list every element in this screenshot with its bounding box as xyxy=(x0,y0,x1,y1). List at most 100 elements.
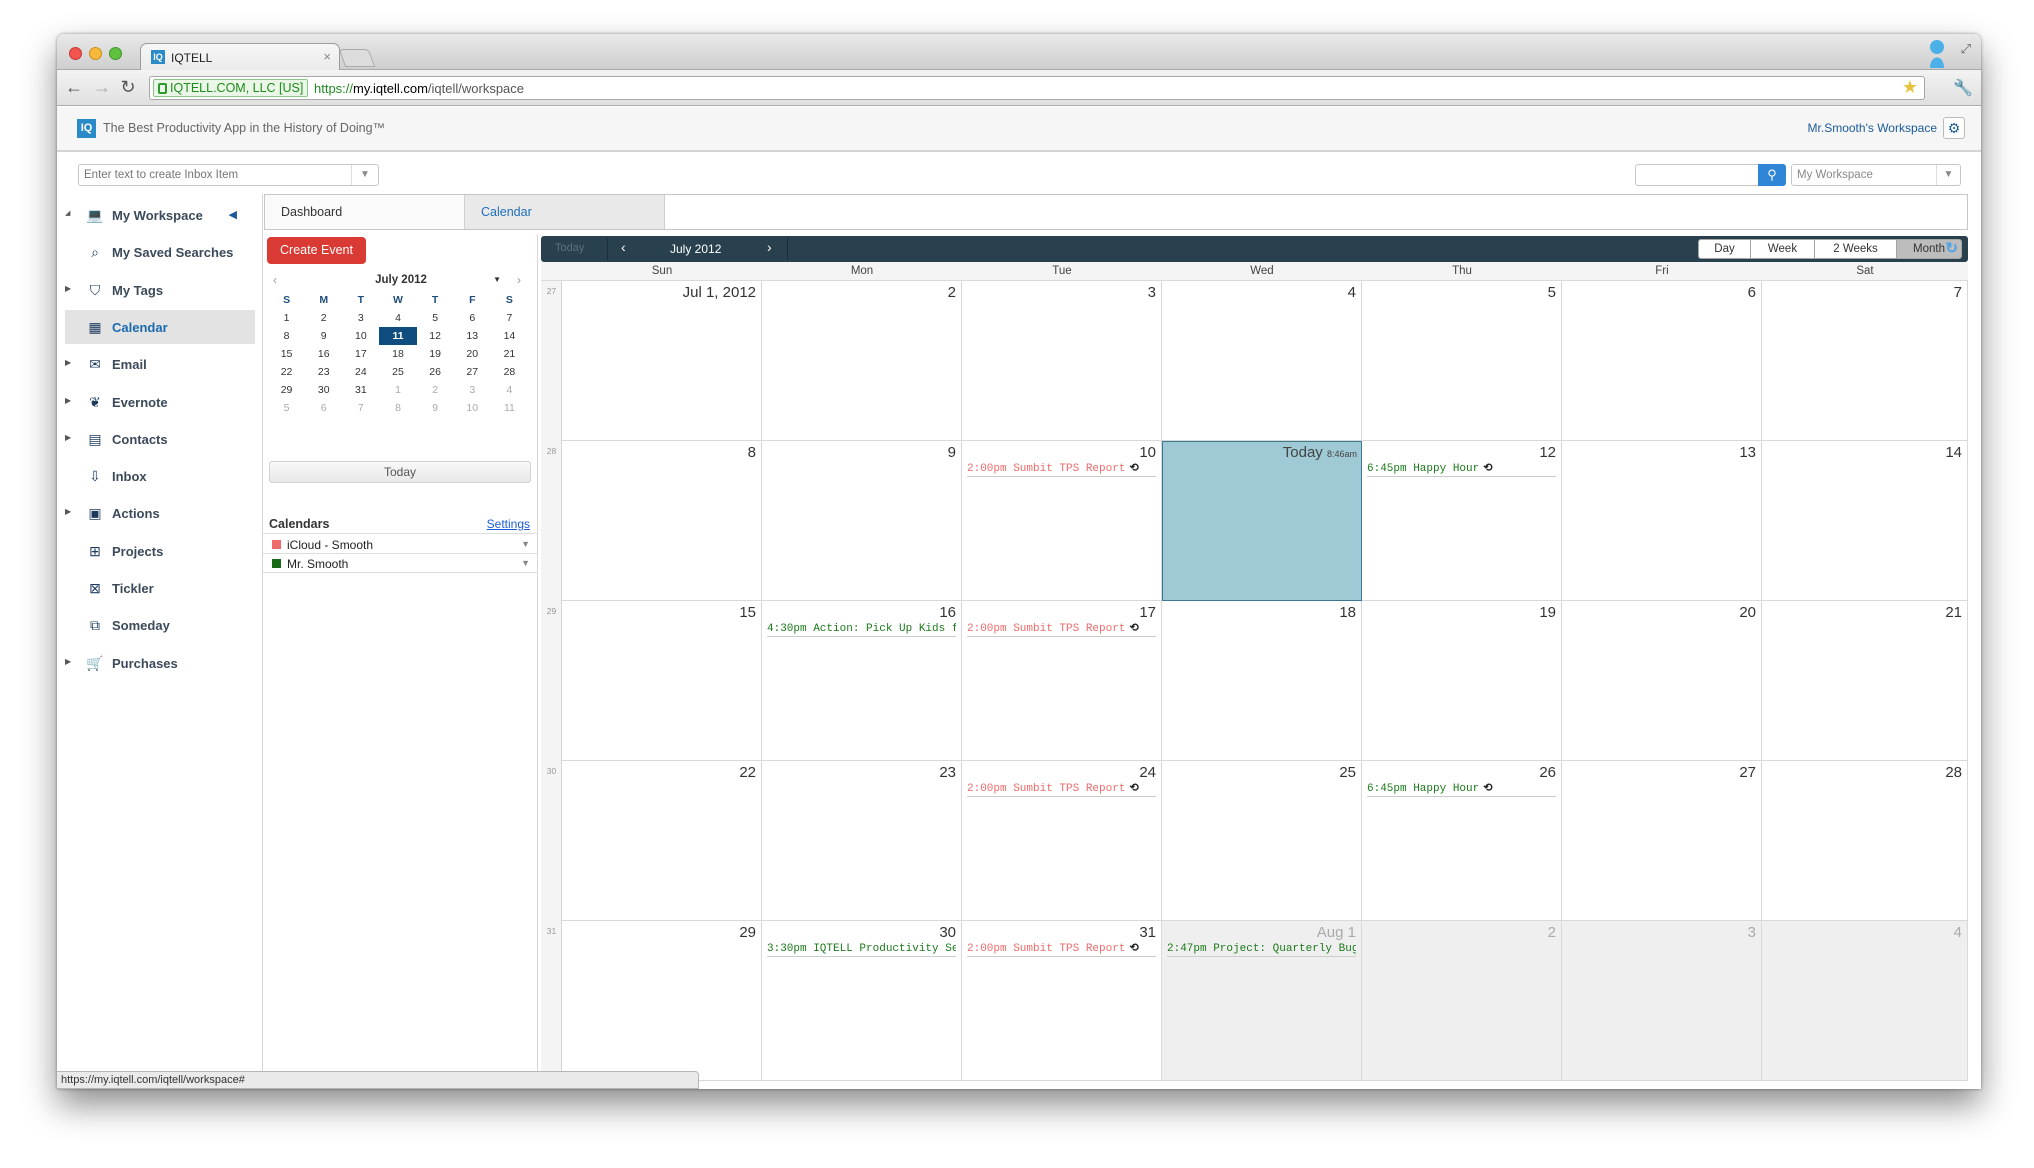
mini-day[interactable]: 17 xyxy=(342,345,379,363)
sidebar-item-inbox[interactable]: ⇩ Inbox xyxy=(65,459,255,493)
calendar-event[interactable]: 2:47pm Project: Quarterly Bug... xyxy=(1167,942,1356,957)
day-cell[interactable]: 29 xyxy=(562,921,762,1081)
day-cell[interactable]: 4 xyxy=(1762,921,1968,1081)
view-2-weeks-button[interactable]: 2 Weeks xyxy=(1814,239,1897,259)
day-cell[interactable]: 15 xyxy=(562,601,762,761)
mini-day[interactable]: 11 xyxy=(491,399,528,417)
mini-day[interactable]: 7 xyxy=(491,309,528,327)
day-cell[interactable]: 30 3:30pm IQTELL Productivity Se... xyxy=(762,921,962,1081)
day-cell[interactable]: 27 xyxy=(1562,761,1762,921)
day-cell[interactable]: 25 xyxy=(1162,761,1362,921)
day-cell[interactable]: Jul 1, 2012 xyxy=(562,281,762,441)
day-cell[interactable]: 17 2:00pm Sumbit TPS Report ⟲ xyxy=(962,601,1162,761)
day-cell-today[interactable]: Today 8:46am xyxy=(1162,441,1362,601)
address-bar[interactable]: IQTELL.COM, LLC [US] https://my.iqtell.c… xyxy=(149,76,1925,100)
sidebar-item-my-workspace[interactable]: ◢ 💻 My Workspace ◀ xyxy=(65,198,255,232)
tree-arrow-icon[interactable]: ▶ xyxy=(65,284,71,293)
tab-dashboard[interactable]: Dashboard xyxy=(265,195,465,229)
day-cell[interactable]: 2 xyxy=(1362,921,1562,1081)
sidebar-item-calendar[interactable]: ▦ Calendar xyxy=(65,309,255,344)
inbox-dropdown-icon[interactable]: ▼ xyxy=(351,165,378,185)
mini-day[interactable]: 10 xyxy=(454,399,491,417)
calendars-settings-link[interactable]: Settings xyxy=(487,517,530,531)
search-input[interactable] xyxy=(1635,164,1759,186)
day-cell[interactable]: 12 6:45pm Happy Hour ⟲ xyxy=(1362,441,1562,601)
mini-day[interactable]: 31 xyxy=(342,381,379,399)
collapse-sidebar-icon[interactable]: ◀ xyxy=(229,208,237,221)
sidebar-item-contacts[interactable]: ▶ ▤ Contacts xyxy=(65,422,255,456)
mini-day[interactable]: 3 xyxy=(454,381,491,399)
day-cell[interactable]: 10 2:00pm Sumbit TPS Report ⟲ xyxy=(962,441,1162,601)
mini-day[interactable]: 16 xyxy=(305,345,342,363)
tab-calendar[interactable]: Calendar xyxy=(465,195,665,229)
day-cell[interactable]: 21 xyxy=(1762,601,1968,761)
wrench-menu-icon[interactable]: 🔧 xyxy=(1953,78,1973,98)
calendar-event[interactable]: 2:00pm Sumbit TPS Report ⟲ xyxy=(967,622,1156,637)
create-event-button[interactable]: Create Event xyxy=(267,237,366,264)
day-cell[interactable]: 26 6:45pm Happy Hour ⟲ xyxy=(1362,761,1562,921)
tree-arrow-icon[interactable]: ▶ xyxy=(65,396,71,405)
calendar-event[interactable]: 2:00pm Sumbit TPS Report ⟲ xyxy=(967,942,1156,957)
mini-day[interactable]: 2 xyxy=(417,381,454,399)
mini-day[interactable]: 23 xyxy=(305,363,342,381)
mini-day[interactable]: 8 xyxy=(379,399,416,417)
forward-arrow-icon[interactable]: → xyxy=(91,77,113,98)
day-cell[interactable]: 18 xyxy=(1162,601,1362,761)
day-cell[interactable]: 9 xyxy=(762,441,962,601)
view-week-button[interactable]: Week xyxy=(1750,239,1815,259)
day-cell[interactable]: 5 xyxy=(1362,281,1562,441)
mini-day[interactable]: 30 xyxy=(305,381,342,399)
close-window-button[interactable] xyxy=(69,47,82,60)
sidebar-item-projects[interactable]: ⊞ Projects xyxy=(65,534,255,568)
day-cell[interactable]: 13 xyxy=(1562,441,1762,601)
mini-month-dropdown-icon[interactable]: ▼ xyxy=(493,275,501,284)
mini-day[interactable]: 19 xyxy=(417,345,454,363)
day-cell[interactable]: 16 4:30pm Action: Pick Up Kids fr... xyxy=(762,601,962,761)
calendar-event[interactable]: 2:00pm Sumbit TPS Report ⟲ xyxy=(967,782,1156,797)
mini-day[interactable]: 28 xyxy=(491,363,528,381)
mini-day[interactable]: 8 xyxy=(268,327,305,345)
chevron-down-icon[interactable]: ▼ xyxy=(521,539,530,549)
search-icon[interactable]: ⚲ xyxy=(1758,164,1786,186)
profile-person-icon[interactable] xyxy=(1927,38,1947,68)
day-cell[interactable]: 28 xyxy=(1762,761,1968,921)
mini-day[interactable]: 5 xyxy=(268,399,305,417)
new-tab-button[interactable] xyxy=(338,49,376,67)
workspace-select[interactable]: My Workspace ▼ xyxy=(1791,164,1961,186)
mini-day[interactable]: 4 xyxy=(379,309,416,327)
back-arrow-icon[interactable]: ← xyxy=(63,77,85,98)
minimize-window-button[interactable] xyxy=(89,47,102,60)
tree-arrow-icon[interactable]: ▶ xyxy=(65,358,71,367)
mini-day[interactable]: 27 xyxy=(454,363,491,381)
day-cell[interactable]: 7 xyxy=(1762,281,1968,441)
mini-day-today[interactable]: 11 xyxy=(379,327,417,345)
mini-day[interactable]: 7 xyxy=(342,399,379,417)
calendar-list-item[interactable]: iCloud - Smooth ▼ xyxy=(263,535,538,554)
mini-day[interactable]: 12 xyxy=(417,327,454,345)
mini-day[interactable]: 21 xyxy=(491,345,528,363)
mini-day[interactable]: 5 xyxy=(417,309,454,327)
calendar-list-item[interactable]: Mr. Smooth ▼ xyxy=(263,554,538,573)
mini-day[interactable]: 6 xyxy=(305,399,342,417)
sidebar-item-my-tags[interactable]: ▶ ⛉ My Tags xyxy=(65,273,255,307)
mini-day[interactable]: 6 xyxy=(454,309,491,327)
day-cell[interactable]: 24 2:00pm Sumbit TPS Report ⟲ xyxy=(962,761,1162,921)
day-cell[interactable]: 20 xyxy=(1562,601,1762,761)
ev-certificate-badge[interactable]: IQTELL.COM, LLC [US] xyxy=(153,79,309,97)
mini-day[interactable]: 29 xyxy=(268,381,305,399)
refresh-icon[interactable]: ↻ xyxy=(1945,239,1958,257)
mini-next-month-icon[interactable]: › xyxy=(517,273,521,287)
tree-arrow-icon[interactable]: ▶ xyxy=(65,433,71,442)
browser-tab[interactable]: IQ IQTELL × xyxy=(140,43,340,71)
mini-day[interactable]: 10 xyxy=(342,327,379,345)
today-button[interactable]: Today xyxy=(555,242,584,254)
calendar-event[interactable]: 6:45pm Happy Hour ⟲ xyxy=(1367,782,1556,797)
sidebar-item-my-saved-searches[interactable]: ⌕ My Saved Searches xyxy=(65,235,255,269)
mini-day[interactable]: 24 xyxy=(342,363,379,381)
day-cell[interactable]: 23 xyxy=(762,761,962,921)
mini-day[interactable]: 22 xyxy=(268,363,305,381)
iqtell-logo-icon[interactable]: IQ xyxy=(77,119,96,138)
mini-day[interactable]: 25 xyxy=(379,363,416,381)
day-cell[interactable]: 4 xyxy=(1162,281,1362,441)
sidebar-item-email[interactable]: ▶ ✉ Email xyxy=(65,347,255,381)
